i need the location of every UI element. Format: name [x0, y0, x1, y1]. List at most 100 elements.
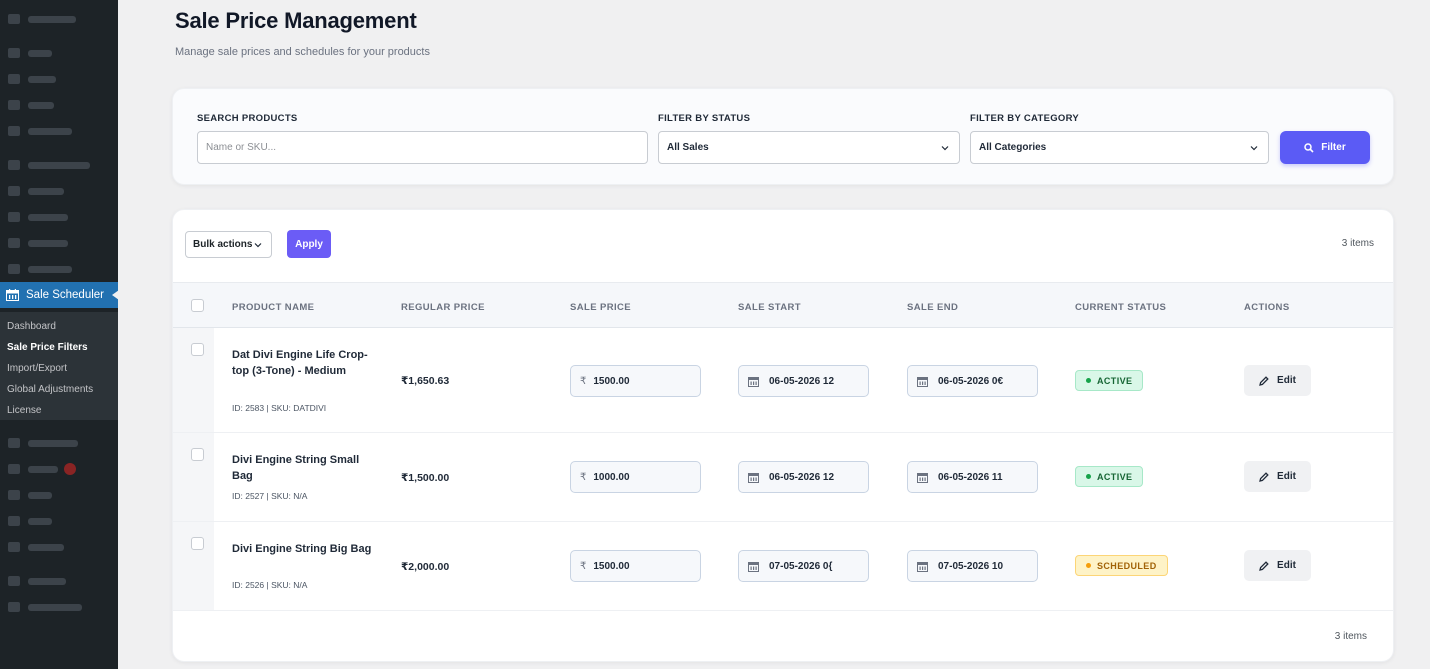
- status-badge: ACTIVE: [1075, 466, 1144, 487]
- sidebar-item-sale-scheduler[interactable]: Sale Scheduler: [0, 282, 119, 308]
- update-count-badge: [64, 463, 76, 475]
- edit-button[interactable]: Edit: [1244, 365, 1311, 396]
- sale-start-input[interactable]: 06-05-2026 12: [738, 365, 869, 397]
- sidebar-item-posts[interactable]: [0, 40, 118, 66]
- sale-price-input[interactable]: ₹ 1000.00: [570, 461, 701, 493]
- row-checkbox[interactable]: [191, 343, 204, 356]
- column-sale-end[interactable]: SALE END: [907, 302, 958, 313]
- sidebar-item-dashboard[interactable]: [0, 6, 118, 32]
- sale-price-value: 1000.00: [593, 471, 630, 483]
- item-count: 3 items: [1341, 238, 1374, 249]
- item-count-bottom: 3 items: [1334, 631, 1367, 642]
- regular-price: ₹1,650.63: [401, 375, 450, 387]
- status-badge: ACTIVE: [1075, 370, 1144, 391]
- currency-symbol: ₹: [580, 375, 587, 387]
- currency-symbol: ₹: [580, 471, 587, 483]
- regular-price: ₹2,000.00: [401, 561, 450, 573]
- calendar-icon: [917, 561, 928, 572]
- search-input[interactable]: Name or SKU...: [197, 131, 648, 164]
- bulk-actions-select[interactable]: Bulk actions: [185, 231, 272, 258]
- sidebar-item-extra[interactable]: [0, 568, 118, 594]
- page-subtitle: Manage sale prices and schedules for you…: [175, 46, 430, 58]
- sidebar-item-tools[interactable]: [0, 508, 118, 534]
- sidebar-item-products[interactable]: [0, 178, 118, 204]
- select-all-checkbox[interactable]: [191, 299, 204, 312]
- sale-end-input[interactable]: 06-05-2026 11: [907, 461, 1038, 493]
- table-header: PRODUCT NAME REGULAR PRICE SALE PRICE SA…: [173, 282, 1393, 328]
- sale-price-input[interactable]: ₹ 1500.00: [570, 365, 701, 397]
- sidebar-item-payments[interactable]: [0, 204, 118, 230]
- pencil-icon: [1259, 560, 1269, 571]
- status-filter-select[interactable]: All Sales: [658, 131, 960, 164]
- status-label: SCHEDULED: [1097, 560, 1157, 571]
- posts-icon: [8, 48, 20, 58]
- submenu-dashboard[interactable]: Dashboard: [0, 316, 118, 337]
- sidebar-item-marketing[interactable]: [0, 256, 118, 282]
- status-filter-label: FILTER BY STATUS: [658, 113, 751, 124]
- sale-price-value: 1500.00: [593, 560, 630, 572]
- sidebar-item-settings[interactable]: [0, 534, 118, 560]
- filter-button[interactable]: Filter: [1280, 131, 1370, 164]
- column-sale-start[interactable]: SALE START: [738, 302, 801, 313]
- row-checkbox[interactable]: [191, 537, 204, 550]
- sale-price-input[interactable]: ₹ 1500.00: [570, 550, 701, 582]
- product-meta: ID: 2583 | SKU: DATDIVI: [232, 403, 327, 413]
- sidebar-item-comments[interactable]: [0, 118, 118, 144]
- sidebar-item-users[interactable]: [0, 482, 118, 508]
- collapse-menu[interactable]: [0, 594, 118, 620]
- admin-sidebar: Sale Scheduler Dashboard Sale Price Filt…: [0, 0, 119, 669]
- product-meta: ID: 2527 | SKU: N/A: [232, 491, 308, 501]
- sale-end-input[interactable]: 06-05-2026 0€: [907, 365, 1038, 397]
- sale-start-value: 06-05-2026 12: [769, 375, 835, 387]
- edit-button[interactable]: Edit: [1244, 461, 1311, 492]
- product-name[interactable]: Divi Engine String Small Bag: [232, 452, 372, 484]
- apply-button[interactable]: Apply: [287, 230, 331, 258]
- sale-end-input[interactable]: 07-05-2026 10: [907, 550, 1038, 582]
- chevron-down-icon: [1250, 146, 1258, 151]
- calendar-icon: [6, 289, 19, 301]
- category-filter-label: FILTER BY CATEGORY: [970, 113, 1080, 124]
- sidebar-item-woocommerce[interactable]: [0, 152, 118, 178]
- submenu-global-adjustments[interactable]: Global Adjustments: [0, 379, 118, 400]
- sidebar-item-analytics[interactable]: [0, 230, 118, 256]
- sidebar-item-media[interactable]: [0, 66, 118, 92]
- sidebar-item-appearance[interactable]: [0, 430, 118, 456]
- sale-price-value: 1500.00: [593, 375, 630, 387]
- sale-end-value: 06-05-2026 0€: [938, 375, 1004, 387]
- sale-end-value: 06-05-2026 11: [938, 471, 1003, 483]
- status-filter-value: All Sales: [667, 142, 709, 153]
- row-checkbox[interactable]: [191, 448, 204, 461]
- users-icon: [8, 490, 20, 500]
- submenu-import-export[interactable]: Import/Export: [0, 358, 118, 379]
- sidebar-item-pages[interactable]: [0, 92, 118, 118]
- products-table-panel: Bulk actions Apply 3 items PRODUCT NAME …: [172, 209, 1394, 662]
- product-name[interactable]: Divi Engine String Big Bag: [232, 541, 372, 557]
- calendar-icon: [917, 472, 928, 483]
- column-actions: ACTIONS: [1244, 302, 1290, 313]
- edit-button[interactable]: Edit: [1244, 550, 1311, 581]
- collapse-icon: [8, 602, 20, 612]
- plugins-icon: [8, 464, 20, 474]
- sale-start-input[interactable]: 06-05-2026 12: [738, 461, 869, 493]
- calendar-icon: [748, 472, 759, 483]
- page-title: Sale Price Management: [175, 8, 417, 33]
- filter-button-label: Filter: [1321, 142, 1346, 153]
- product-name[interactable]: Dat Divi Engine Life Crop-top (3-Tone) -…: [232, 347, 372, 379]
- calendar-icon: [748, 561, 759, 572]
- regular-price: ₹1,500.00: [401, 472, 450, 484]
- column-sale-price[interactable]: SALE PRICE: [570, 302, 631, 313]
- status-label: ACTIVE: [1097, 375, 1133, 386]
- submenu-license[interactable]: License: [0, 400, 118, 421]
- calendar-icon: [917, 376, 928, 387]
- pencil-icon: [1259, 375, 1269, 386]
- sale-end-value: 07-05-2026 10: [938, 560, 1004, 572]
- woocommerce-icon: [8, 160, 20, 170]
- sidebar-item-plugins[interactable]: [0, 456, 118, 482]
- column-regular-price[interactable]: REGULAR PRICE: [401, 302, 485, 313]
- sale-start-input[interactable]: 07-05-2026 0{: [738, 550, 869, 582]
- column-product-name[interactable]: PRODUCT NAME: [232, 302, 314, 313]
- submenu-sale-price-filters[interactable]: Sale Price Filters: [0, 337, 118, 358]
- search-icon: [1304, 142, 1314, 153]
- marketing-icon: [8, 264, 20, 274]
- category-filter-select[interactable]: All Categories: [970, 131, 1269, 164]
